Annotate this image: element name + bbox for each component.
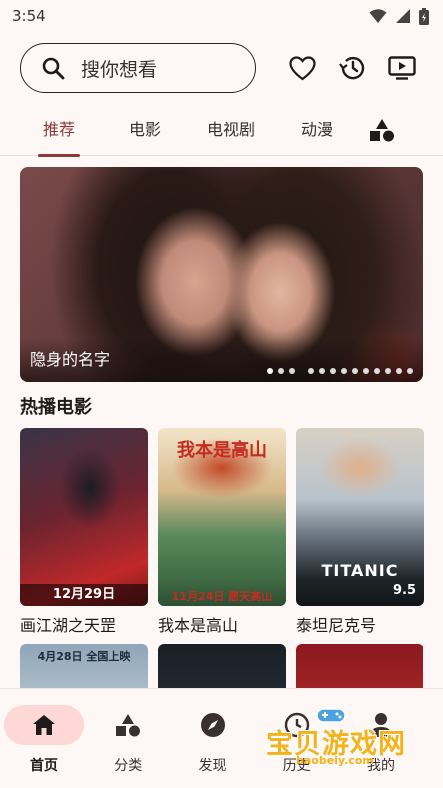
carousel-dot[interactable]	[407, 368, 413, 374]
movie-poster[interactable]: 12月29日	[20, 428, 148, 606]
nav-category-icon-wrap	[88, 705, 168, 745]
movie-title[interactable]: 画江湖之天罡	[20, 612, 148, 635]
movie-poster[interactable]: 我本是高山 11月24日 愿天高山	[158, 428, 286, 606]
top-actions	[288, 54, 416, 82]
hot-movies-grid: 12月29日 画江湖之天罡 我本是高山 11月24日 愿天高山 我本是高山 TI…	[20, 428, 424, 690]
status-icons	[369, 7, 429, 25]
nav-discover-label: 发现	[198, 758, 227, 774]
battery-icon	[419, 7, 429, 25]
movie-poster[interactable]: TITANIC 9.5	[296, 428, 424, 606]
carousel-dot[interactable]	[352, 368, 358, 374]
carousel-dot[interactable]	[330, 368, 336, 374]
poster-title-text: 我本是高山	[177, 440, 267, 461]
movie-poster[interactable]: 4月28日 全国上映	[20, 644, 148, 690]
nav-history-label: 历史	[282, 758, 311, 774]
nav-home-indicator	[4, 705, 84, 745]
status-bar: 3:54	[0, 0, 443, 32]
poster-date-text: 12月29日	[20, 584, 148, 606]
carousel-dot[interactable]	[319, 368, 325, 374]
rating-badge: 9.5	[392, 583, 416, 598]
home-icon	[33, 715, 55, 735]
movie-title[interactable]: 泰坦尼克号	[296, 612, 424, 635]
movie-row: 12月29日 画江湖之天罡 我本是高山 11月24日 愿天高山 我本是高山 TI…	[20, 428, 424, 635]
tv-play-icon	[388, 56, 416, 80]
movie-title[interactable]: 我本是高山	[158, 612, 286, 635]
carousel-dot[interactable]	[308, 368, 314, 374]
category-tabs: 推荐 电影 电视剧 动漫	[0, 104, 443, 157]
movie-poster[interactable]	[296, 644, 423, 690]
tab-anime[interactable]: 动漫	[274, 104, 360, 156]
carousel-dot[interactable]	[385, 368, 391, 374]
carousel-dot[interactable]	[278, 368, 284, 374]
search-placeholder: 搜你想看	[81, 58, 158, 81]
status-time: 3:54	[12, 7, 46, 25]
signal-icon	[396, 9, 410, 23]
bottom-navigation: 首页 分类 发现 历史 我的	[0, 688, 443, 788]
section-title-hot-movies: 热播电影	[20, 397, 92, 418]
carousel-dot[interactable]	[341, 368, 347, 374]
carousel-dot[interactable]	[374, 368, 380, 374]
shapes-icon	[370, 118, 394, 141]
movie-row: 4月28日 全国上映	[20, 644, 423, 690]
nav-history-icon-wrap	[257, 705, 337, 745]
tab-movies[interactable]: 电影	[102, 104, 188, 156]
nav-discover[interactable]: 发现	[173, 705, 253, 788]
movie-poster[interactable]	[158, 644, 286, 690]
movie-card[interactable]	[296, 644, 423, 690]
history-icon	[338, 56, 364, 80]
nav-profile-label: 我的	[367, 758, 395, 774]
poster-date-text: 11月24日 愿天高山	[171, 590, 273, 603]
nav-home-label: 首页	[30, 758, 58, 774]
tab-tv-series[interactable]: 电视剧	[188, 104, 274, 156]
carousel-dot[interactable]	[396, 368, 402, 374]
carousel-dot[interactable]	[267, 368, 273, 374]
person-icon	[370, 713, 392, 737]
movie-card[interactable]: 12月29日 画江湖之天罡	[20, 428, 148, 635]
wifi-icon	[369, 9, 387, 23]
nav-discover-icon-wrap	[173, 705, 253, 745]
history-button[interactable]	[338, 54, 366, 82]
poster-title-text: TITANIC	[321, 561, 399, 580]
top-bar: 搜你想看	[0, 32, 443, 104]
favorites-button[interactable]	[288, 54, 316, 82]
cast-button[interactable]	[388, 54, 416, 82]
movie-card[interactable]: 我本是高山 11月24日 愿天高山 我本是高山	[158, 428, 286, 635]
carousel-dot[interactable]	[289, 368, 295, 374]
banner-title: 隐身的名字	[30, 350, 111, 369]
nav-history[interactable]: 历史	[257, 705, 337, 788]
poster-date-text: 4月28日 全国上映	[37, 650, 131, 663]
category-icon	[116, 714, 141, 737]
featured-banner[interactable]: 隐身的名字	[20, 167, 423, 382]
movie-card[interactable]: 4月28日 全国上映	[20, 644, 148, 690]
nav-category-label: 分类	[114, 758, 143, 774]
nav-home[interactable]: 首页	[4, 705, 84, 788]
nav-category[interactable]: 分类	[88, 705, 168, 788]
nav-profile-icon-wrap	[341, 705, 421, 745]
search-icon	[42, 57, 65, 80]
nav-profile[interactable]: 我的	[341, 705, 421, 788]
search-input[interactable]: 搜你想看	[20, 43, 256, 93]
tab-recommended[interactable]: 推荐	[16, 104, 102, 157]
heart-icon	[288, 55, 316, 80]
compass-icon	[200, 713, 225, 737]
movie-card[interactable]	[158, 644, 286, 690]
movie-card[interactable]: TITANIC 9.5 泰坦尼克号	[296, 428, 424, 635]
more-categories-button[interactable]	[362, 104, 402, 156]
history-icon	[284, 712, 309, 738]
carousel-indicators	[267, 368, 413, 374]
carousel-dot[interactable]	[363, 368, 369, 374]
